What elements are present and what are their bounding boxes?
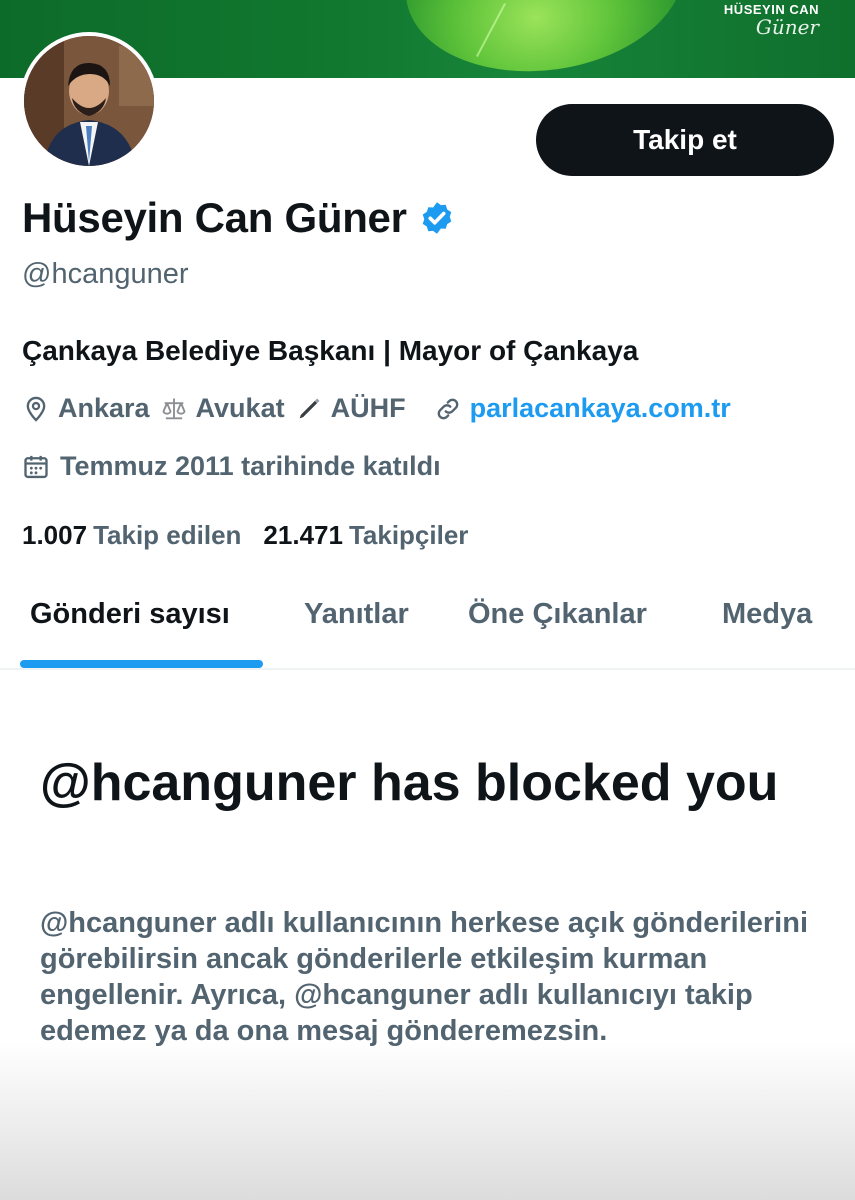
scales-icon	[162, 398, 185, 419]
active-tab-indicator	[20, 660, 263, 668]
verified-badge-icon[interactable]	[419, 200, 455, 236]
leaf-graphic	[393, 0, 697, 78]
location-pin-icon	[26, 396, 46, 422]
tab-highlights[interactable]: Öne Çıkanlar	[468, 598, 647, 631]
calendar-icon	[24, 455, 48, 478]
blocked-description: @hcanguner adlı kullanıcının herkese açı…	[40, 907, 809, 1047]
profile-location: Ankara	[58, 393, 150, 423]
profile-stats: 1.007 Takip edilen 21.471 Takipçiler	[22, 520, 490, 551]
followers-link[interactable]: 21.471 Takipçiler	[263, 520, 468, 551]
profile-joined-text: Temmuz 2011 tarihinde katıldı	[60, 451, 441, 481]
avatar-photo	[24, 36, 154, 166]
profile-name: Hüseyin Can Güner	[22, 194, 407, 241]
followers-count: 21.471	[263, 520, 343, 550]
tab-posts[interactable]: Gönderi sayısı	[30, 598, 230, 631]
tab-media[interactable]: Medya	[722, 598, 812, 631]
profile-website-link[interactable]: parlacankaya.com.tr	[470, 393, 731, 424]
fountain-pen-icon	[299, 398, 320, 418]
profile-join-date: Temmuz 2011 tarihinde katıldı	[22, 451, 441, 482]
blocked-title: @hcanguner has blocked you	[40, 754, 779, 812]
follow-button[interactable]: Takip et	[536, 104, 834, 176]
followers-label: Takipçiler	[348, 520, 469, 550]
profile-school: AÜHF	[330, 393, 406, 423]
profile-handle: @hcanguner	[22, 258, 189, 290]
following-link[interactable]: 1.007 Takip edilen	[22, 520, 241, 551]
avatar[interactable]	[20, 32, 158, 170]
banner-logo: HÜSEYIN CAN Güner	[724, 2, 819, 37]
following-label: Takip edilen	[93, 520, 242, 550]
tab-replies[interactable]: Yanıtlar	[304, 598, 409, 631]
following-count: 1.007	[22, 520, 88, 550]
banner-logo-signature: Güner	[755, 15, 819, 39]
profile-job-lawyer: Avukat	[195, 393, 285, 423]
profile-meta: Ankara Avukat AÜHF parlacankaya.com.tr	[22, 393, 731, 424]
link-icon	[437, 398, 458, 419]
profile-bio: Çankaya Belediye Başkanı | Mayor of Çank…	[22, 335, 639, 366]
profile-name-row: Hüseyin Can Güner	[22, 194, 455, 242]
